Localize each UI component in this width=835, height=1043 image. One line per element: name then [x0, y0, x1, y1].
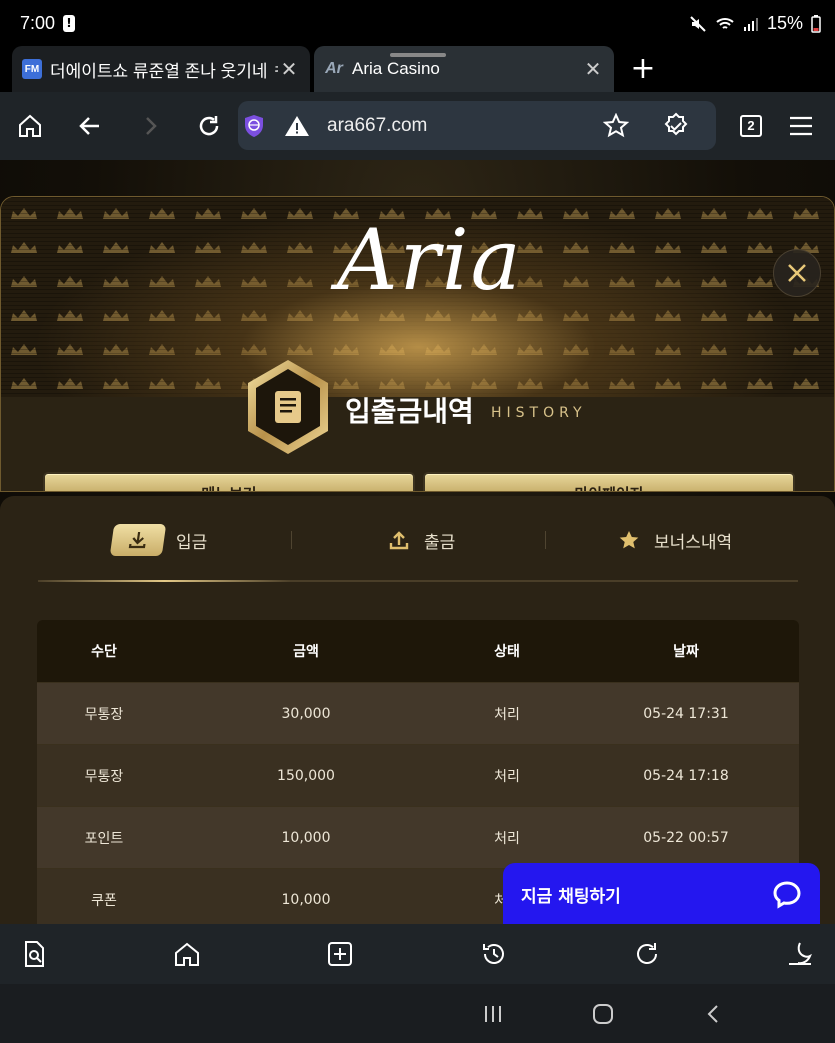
aria-favicon-icon: Ar	[325, 60, 343, 77]
cell-date: 05-22 00:57	[643, 830, 729, 846]
page-title: 입출금내역	[345, 395, 474, 428]
close-button[interactable]	[773, 249, 821, 297]
page-viewport: Aria 입출금내역 HISTORY 메뉴보기 마이페이지	[0, 160, 835, 924]
menu-button[interactable]: 메뉴보기	[43, 472, 415, 491]
tab-divider	[291, 531, 292, 549]
status-time: 7:00	[20, 13, 56, 33]
search-page-icon[interactable]	[18, 938, 50, 970]
column-header: 금액	[293, 644, 319, 660]
history-tabs: 입금 출금 보너스내역	[38, 520, 798, 560]
column-header: 수단	[91, 644, 117, 660]
history-modal-header: Aria 입출금내역 HISTORY 메뉴보기 마이페이지	[0, 196, 835, 492]
close-tab-icon[interactable]: ✕	[582, 57, 604, 82]
cell-method: 쿠폰	[91, 893, 117, 909]
signal-icon	[743, 17, 758, 31]
tab-title: Aria Casino	[352, 59, 440, 78]
recent-apps-icon[interactable]	[478, 999, 508, 1029]
close-tab-icon[interactable]: ✕	[278, 57, 300, 82]
chat-widget-button[interactable]: 지금 채팅하기	[503, 863, 820, 925]
back-nav-icon[interactable]	[699, 999, 729, 1029]
forward-icon[interactable]	[135, 111, 165, 141]
verified-icon[interactable]	[661, 111, 691, 141]
add-tab-icon[interactable]	[324, 938, 356, 970]
cell-date: 05-24 17:31	[643, 706, 729, 722]
cell-amount: 10,000	[281, 892, 331, 908]
cell-method: 포인트	[84, 831, 124, 847]
cell-amount: 10,000	[281, 830, 331, 846]
table-row: 무통장 150,000 처리 05-24 17:18	[37, 744, 799, 806]
cell-method: 무통장	[84, 707, 124, 723]
tab-count: 2	[740, 115, 762, 137]
cell-amount: 150,000	[277, 768, 335, 784]
refresh-icon[interactable]	[631, 938, 663, 970]
cell-status: 처리	[494, 831, 520, 847]
alert-icon: !	[63, 15, 75, 32]
tab-label: 입금	[176, 532, 208, 553]
url-text[interactable]: ara667.com	[327, 115, 427, 137]
night-mode-icon[interactable]	[784, 938, 816, 970]
history-badge-icon	[248, 360, 328, 454]
history-icon[interactable]	[478, 938, 510, 970]
history-content-panel: 입금 출금 보너스내역 수단 금액 상태 날짜 무통장 30,000 처리 05…	[0, 496, 835, 924]
tab-label: 보너스내역	[654, 532, 733, 553]
drag-handle[interactable]	[390, 53, 446, 57]
back-icon[interactable]	[75, 111, 105, 141]
browser-bottom-nav	[0, 924, 835, 984]
bookmark-star-icon[interactable]	[601, 111, 631, 141]
column-header: 상태	[494, 644, 520, 660]
battery-text: 15%	[766, 13, 803, 33]
tab-divider	[545, 531, 546, 549]
mute-icon	[690, 15, 706, 32]
warning-icon[interactable]	[282, 111, 312, 141]
tab-title: 더에이트쇼 류준열 존나 웃기네 ㅋ	[50, 61, 278, 81]
upload-icon	[389, 531, 409, 550]
column-header: 날짜	[673, 644, 699, 660]
chat-bubble-icon	[773, 881, 801, 909]
home-icon[interactable]	[171, 938, 203, 970]
status-icons: 15%	[689, 13, 821, 34]
cell-status: 처리	[494, 769, 520, 785]
fm-favicon-icon: FM	[22, 59, 42, 79]
table-row: 포인트 10,000 처리 05-22 00:57	[37, 806, 799, 868]
new-tab-button[interactable]: +	[628, 52, 658, 86]
shield-icon[interactable]	[239, 111, 269, 141]
tab-deposit[interactable]: 입금	[109, 520, 208, 560]
cell-method: 무통장	[84, 769, 124, 785]
browser-tab-2[interactable]: Ar Aria Casino ✕	[314, 46, 614, 92]
wifi-icon	[716, 17, 734, 29]
tab-count-icon[interactable]: 2	[736, 111, 766, 141]
mypage-button[interactable]: 마이페이지	[423, 472, 795, 491]
tab-withdraw[interactable]: 출금	[388, 520, 455, 560]
reload-icon[interactable]	[194, 111, 224, 141]
download-icon	[109, 524, 167, 556]
cell-amount: 30,000	[281, 706, 331, 722]
status-bar: 7:00 ! 15%	[0, 0, 835, 46]
cell-date: 05-24 17:18	[643, 768, 729, 784]
active-tab-indicator	[38, 580, 291, 582]
browser-tab-1[interactable]: FM 더에이트쇼 류준열 존나 웃기네 ㅋ ✕	[12, 46, 310, 92]
chat-label: 지금 채팅하기	[521, 886, 621, 907]
cell-status: 처리	[494, 707, 520, 723]
aria-logo: Aria	[337, 211, 523, 309]
tab-bonus[interactable]: 보너스내역	[618, 520, 732, 560]
menu-icon[interactable]	[786, 111, 816, 141]
star-icon	[619, 531, 639, 549]
tab-label: 출금	[424, 532, 456, 553]
home-nav-icon[interactable]	[588, 999, 618, 1029]
battery-icon	[811, 14, 821, 33]
table-row: 무통장 30,000 처리 05-24 17:31	[37, 682, 799, 744]
close-icon	[788, 264, 806, 282]
page-subtitle: HISTORY	[491, 405, 587, 421]
home-icon[interactable]	[15, 111, 45, 141]
table-header: 수단 금액 상태 날짜	[37, 620, 799, 682]
